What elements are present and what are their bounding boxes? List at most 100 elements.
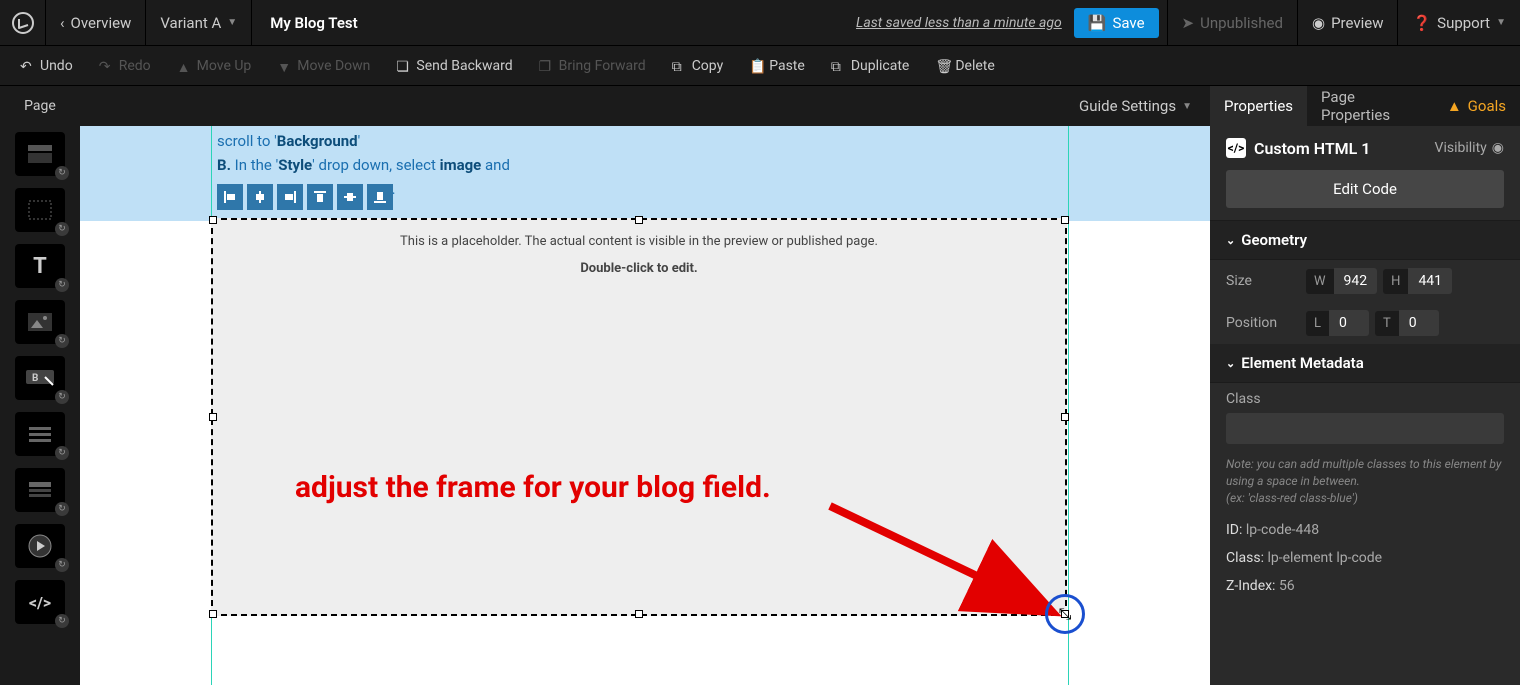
sidebar-header: Page — [0, 86, 80, 126]
undo-button[interactable]: ↶Undo — [10, 54, 83, 78]
annotation-circle: ⤡ — [1045, 594, 1085, 634]
edit-code-button[interactable]: Edit Code — [1226, 170, 1504, 208]
overview-button[interactable]: ‹ Overview — [46, 0, 146, 46]
redo-icon: ↷ — [99, 59, 113, 73]
duplicate-button[interactable]: ⧉Duplicate — [821, 54, 920, 78]
layers-back-icon: ❏ — [396, 59, 410, 73]
list-icon — [27, 480, 53, 500]
caret-down-icon: ▼ — [227, 17, 237, 28]
class-row: Class — [1210, 383, 1520, 452]
resize-handle-tr[interactable] — [1061, 216, 1069, 224]
preview-button[interactable]: ◉ Preview — [1297, 0, 1398, 46]
send-backward-button[interactable]: ❏Send Backward — [386, 54, 522, 78]
text-icon: T — [33, 254, 47, 279]
top-bar: ‹ Overview Variant A ▼ My Blog Test Last… — [0, 0, 1520, 46]
help-icon: ❓ — [1412, 14, 1431, 32]
support-label: Support — [1437, 14, 1490, 32]
tab-properties[interactable]: Properties — [1210, 86, 1307, 126]
resize-handle-r[interactable] — [1061, 413, 1069, 421]
left-input[interactable]: L0 — [1306, 310, 1369, 336]
align-middle-icon — [343, 190, 357, 204]
resize-cursor-icon: ⤡ — [1059, 604, 1072, 624]
add-icon: ↻ — [55, 278, 69, 292]
box-icon — [27, 199, 53, 221]
element-name-row: </> Custom HTML 1 Visibility◉ — [1226, 138, 1504, 158]
text-widget[interactable]: T↻ — [15, 244, 65, 288]
button-widget[interactable]: B↻ — [15, 356, 65, 400]
add-icon: ↻ — [55, 390, 69, 404]
canvas[interactable]: scroll to 'Background' B. In the 'Style'… — [80, 126, 1210, 685]
class-display-row: Class: lp-element lp-code — [1210, 544, 1520, 572]
section-widget[interactable]: ↻ — [15, 132, 65, 176]
align-top-icon — [313, 190, 327, 204]
arrow-up-icon: ▲ — [177, 59, 191, 73]
variant-dropdown[interactable]: Variant A ▼ — [146, 0, 252, 46]
align-right-button[interactable] — [277, 184, 303, 210]
arrow-down-icon: ▼ — [277, 59, 291, 73]
position-label: Position — [1226, 315, 1296, 331]
warning-icon: ▲ — [1447, 97, 1462, 115]
move-up-button: ▲Move Up — [167, 54, 262, 78]
align-bottom-icon — [373, 190, 387, 204]
delete-button[interactable]: 🗑Delete — [925, 54, 1004, 78]
width-input[interactable]: W942 — [1306, 268, 1377, 294]
trash-icon: 🗑 — [935, 59, 949, 73]
align-left-button[interactable] — [217, 184, 243, 210]
code-icon: </> — [1226, 138, 1246, 158]
id-row: ID: lp-code-448 — [1210, 516, 1520, 544]
geometry-header[interactable]: ⌄Geometry — [1210, 221, 1520, 260]
align-middle-button[interactable] — [337, 184, 363, 210]
resize-handle-b[interactable] — [635, 610, 643, 618]
class-input[interactable] — [1226, 413, 1504, 444]
paste-icon: 📋 — [749, 59, 763, 73]
chevron-left-icon: ‹ — [60, 14, 65, 32]
list-widget[interactable]: ↻ — [15, 468, 65, 512]
canvas-area: Guide Settings ▼ scroll to 'Background' … — [80, 86, 1210, 685]
align-bottom-button[interactable] — [367, 184, 393, 210]
resize-handle-l[interactable] — [209, 413, 217, 421]
image-icon — [27, 312, 53, 332]
zindex-row: Z-Index: 56 — [1210, 572, 1520, 600]
support-dropdown[interactable]: ❓ Support ▼ — [1397, 0, 1520, 46]
html-widget[interactable]: </>↻ — [15, 580, 65, 624]
resize-handle-tl[interactable] — [209, 216, 217, 224]
page-title: My Blog Test — [252, 14, 375, 32]
video-icon — [28, 534, 52, 558]
last-saved-text[interactable]: Last saved less than a minute ago — [856, 15, 1074, 31]
code-icon: </> — [29, 593, 51, 612]
guide-settings-dropdown[interactable]: Guide Settings ▼ — [1079, 97, 1192, 115]
app-logo[interactable] — [0, 0, 46, 46]
form-widget[interactable]: ↻ — [15, 412, 65, 456]
class-label: Class — [1226, 391, 1504, 407]
visibility-toggle[interactable]: Visibility◉ — [1435, 140, 1504, 156]
section-icon — [27, 144, 53, 164]
align-top-button[interactable] — [307, 184, 333, 210]
tab-goals[interactable]: ▲Goals — [1433, 86, 1520, 126]
image-widget[interactable]: ↻ — [15, 300, 65, 344]
eye-icon: ◉ — [1492, 140, 1504, 156]
placeholder-hint: Double-click to edit. — [213, 249, 1065, 276]
chevron-down-icon: ⌄ — [1226, 357, 1235, 370]
copy-icon: ⧉ — [672, 59, 686, 73]
tab-page-properties[interactable]: Page Properties — [1307, 86, 1433, 126]
paste-button[interactable]: 📋Paste — [739, 54, 815, 78]
canvas-toolbar: Guide Settings ▼ — [80, 86, 1210, 126]
save-label: Save — [1112, 14, 1144, 32]
resize-handle-t[interactable] — [635, 216, 643, 224]
panel-tabs: Properties Page Properties ▲Goals — [1210, 86, 1520, 126]
layers-front-icon: ❐ — [539, 59, 553, 73]
align-center-button[interactable] — [247, 184, 273, 210]
metadata-header[interactable]: ⌄Element Metadata — [1210, 344, 1520, 383]
unpublished-button[interactable]: ➤ Unpublished — [1167, 0, 1297, 46]
redo-button: ↷Redo — [89, 54, 161, 78]
top-input[interactable]: T0 — [1375, 310, 1439, 336]
box-widget[interactable]: ↻ — [15, 188, 65, 232]
resize-handle-bl[interactable] — [209, 610, 217, 618]
video-widget[interactable]: ↻ — [15, 524, 65, 568]
copy-button[interactable]: ⧉Copy — [662, 54, 734, 78]
save-button[interactable]: 💾 Save — [1074, 8, 1159, 38]
caret-down-icon: ▼ — [1182, 101, 1192, 112]
height-input[interactable]: H441 — [1383, 268, 1452, 294]
form-icon — [27, 424, 53, 444]
alignment-toolbar — [217, 184, 393, 210]
